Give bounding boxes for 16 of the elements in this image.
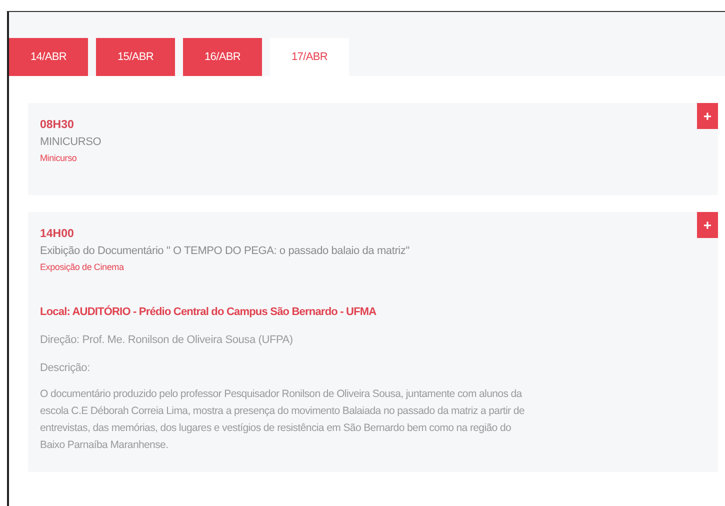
event-description: O documentário produzido pelo professor Pesquisador Ronilson de Oliveira Sousa, juntamente com alunos da escola C.E Déborah Correia Lima, mostra a presença do movimento Balaiada no passado da matriz a partir de entrevistas, das memórias, dos lugares e vestígios de resistência em São Bernardo bem como na região do Baixo Parnaíba Maranhense.: [40, 387, 526, 453]
event-title: Exibição do Documentário " O TEMPO DO PEGA: o passado balaio da matriz": [40, 245, 410, 257]
date-tab[interactable]: 16/ABR: [183, 38, 262, 76]
expand-button[interactable]: +: [697, 212, 718, 238]
event-time: 14H00: [40, 228, 75, 240]
event-category: Exposição de Cinema: [40, 262, 125, 272]
date-tab[interactable]: 15/ABR: [96, 38, 175, 76]
event-director: Direção: Prof. Me. Ronilson de Oliveira Sousa (UFPA): [40, 334, 294, 346]
event-location: Local: AUDITÓRIO - Prédio Central do Campus São Bernardo - UFMA: [40, 306, 378, 318]
expand-button[interactable]: +: [697, 103, 718, 129]
date-tab[interactable]: 14/ABR: [9, 38, 88, 76]
event-category: Minicurso: [40, 153, 78, 163]
event-title: MINICURSO: [40, 136, 102, 148]
date-tab[interactable]: 17/ABR: [270, 38, 349, 76]
description-label: Descrição:: [40, 362, 91, 374]
event-time: 08H30: [40, 119, 75, 131]
